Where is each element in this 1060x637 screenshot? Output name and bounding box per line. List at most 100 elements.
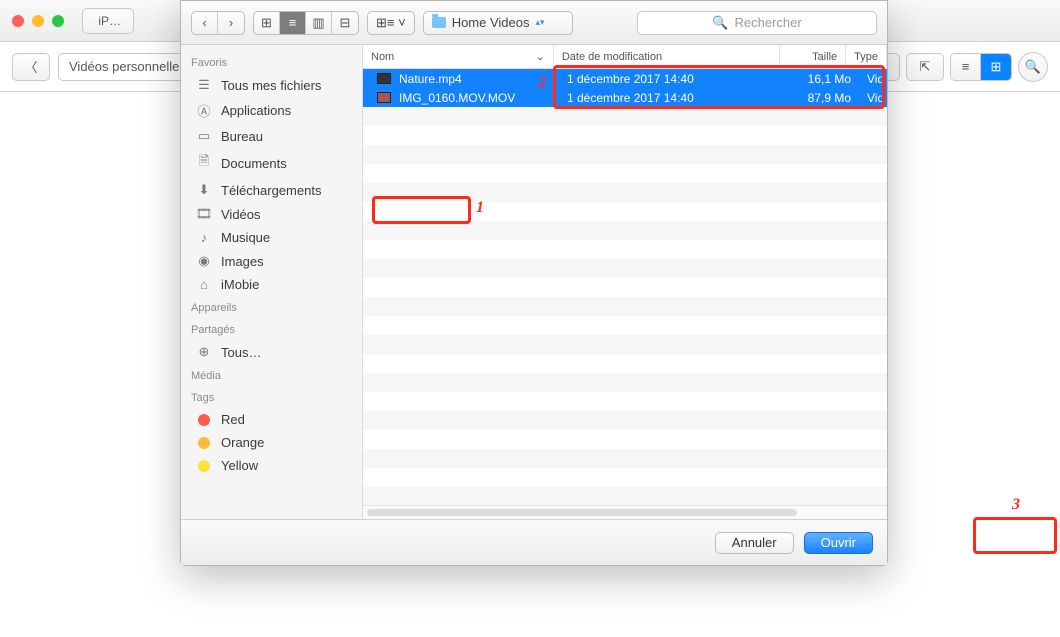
sidebar-item[interactable]: Ⓐ Applications	[181, 97, 362, 124]
view-column-button[interactable]: ▥	[306, 12, 332, 34]
sidebar-icon: 🎞	[195, 206, 213, 222]
col-type[interactable]: Type	[846, 45, 887, 68]
tag-icon	[195, 414, 213, 426]
chevron-down-icon: ⌄	[536, 50, 545, 63]
nav-back-button[interactable]: ‹	[192, 12, 218, 34]
empty-row	[363, 487, 887, 505]
empty-row	[363, 373, 887, 392]
empty-row	[363, 107, 887, 126]
sidebar-item[interactable]: 🎞Vidéos	[181, 202, 362, 226]
annotation-number-1: 1	[476, 199, 484, 217]
back-button[interactable]: 〈	[12, 53, 50, 81]
export-button[interactable]: ⇱	[906, 53, 944, 81]
col-name[interactable]: Nom⌄	[363, 45, 554, 68]
empty-row	[363, 183, 887, 202]
sidebar-item[interactable]: ☰Tous mes fichiers	[181, 73, 362, 97]
empty-row	[363, 316, 887, 335]
sidebar-item[interactable]: ⌂iMobie	[181, 273, 362, 296]
empty-row	[363, 221, 887, 240]
sidebar-item[interactable]: 🗎 Documents	[181, 148, 362, 178]
search-field[interactable]: 🔍 Rechercher	[637, 11, 877, 35]
sidebar-item[interactable]: Orange	[181, 431, 362, 454]
sidebar-item-label: Musique	[221, 230, 270, 245]
file-thumb-icon	[377, 73, 391, 84]
cancel-button[interactable]: Annuler	[715, 532, 794, 554]
maximize-window-button[interactable]	[52, 15, 64, 27]
horizontal-scrollbar[interactable]	[363, 505, 887, 519]
search-placeholder: Rechercher	[734, 15, 801, 30]
sidebar-item[interactable]: Red	[181, 408, 362, 431]
sidebar-icon: ⌂	[195, 277, 213, 292]
file-type: Vid	[859, 91, 887, 105]
sidebar-item-label: Téléchargements	[221, 183, 321, 198]
arrange-icon: ⊞≡ ˅	[376, 15, 406, 31]
file-size: 87,9 Mo	[791, 91, 859, 105]
search-button[interactable]: 🔍	[1018, 52, 1048, 82]
file-size: 16,1 Mo	[791, 72, 859, 86]
view-list-button[interactable]: ≡	[280, 12, 306, 34]
sidebar-item[interactable]: ⬇ Téléchargements	[181, 178, 362, 202]
device-pill[interactable]: iP…	[82, 8, 134, 34]
sidebar-item-label: Images	[221, 254, 264, 269]
tag-icon	[195, 460, 213, 472]
sidebar-item[interactable]: Yellow	[181, 454, 362, 477]
sidebar[interactable]: Favoris☰Tous mes fichiers Ⓐ Applications ▭B…	[181, 45, 363, 519]
view-mode-segment: ⊞ ≡ ▥ ⊟	[253, 11, 359, 35]
sidebar-item[interactable]: ♪ Musique	[181, 226, 362, 249]
empty-row	[363, 411, 887, 430]
open-button[interactable]: Ouvrir	[804, 532, 873, 554]
location-dropdown[interactable]: Home Videos ▴▾	[423, 11, 573, 35]
device-label: iP…	[98, 14, 121, 28]
sidebar-icon: ⬇	[195, 182, 213, 198]
empty-row	[363, 392, 887, 411]
file-rows: Nature.mp41 décembre 2017 14:4016,1 MoVi…	[363, 69, 887, 505]
view-toggle: ≡ ⊞	[950, 53, 1012, 81]
sidebar-item-label: Documents	[221, 156, 287, 171]
view-icon-button[interactable]: ⊞	[254, 12, 280, 34]
minimize-window-button[interactable]	[32, 15, 44, 27]
file-type: Vid	[859, 72, 887, 86]
sidebar-item[interactable]: ◉Images	[181, 249, 362, 273]
sidebar-item[interactable]: ⊕ Tous…	[181, 340, 362, 364]
sidebar-item-label: Tous…	[221, 345, 261, 360]
col-date[interactable]: Date de modification	[554, 45, 780, 68]
dialog-toolbar: ‹ › ⊞ ≡ ▥ ⊟ ⊞≡ ˅ Home Videos ▴▾ 🔍 Recher…	[181, 1, 887, 45]
empty-row	[363, 449, 887, 468]
col-size[interactable]: Taille	[780, 45, 847, 68]
breadcrumb-label: Vidéos personnelles	[69, 59, 186, 74]
file-date: 1 décembre 2017 14:40	[559, 91, 791, 105]
folder-icon	[432, 17, 446, 28]
file-row[interactable]: Nature.mp41 décembre 2017 14:4016,1 MoVi…	[363, 69, 887, 88]
sidebar-item[interactable]: ▭Bureau	[181, 124, 362, 148]
empty-row	[363, 335, 887, 354]
dialog-body: Favoris☰Tous mes fichiers Ⓐ Applications ▭B…	[181, 45, 887, 519]
empty-row	[363, 202, 887, 221]
file-date: 1 décembre 2017 14:40	[559, 72, 791, 86]
empty-row	[363, 259, 887, 278]
file-name: IMG_0160.MOV.MOV	[399, 91, 515, 105]
view-list-button[interactable]: ≡	[951, 54, 981, 80]
empty-row	[363, 354, 887, 373]
sidebar-icon: 🗎	[195, 152, 213, 174]
empty-row	[363, 297, 887, 316]
nav-segment: ‹ ›	[191, 11, 245, 35]
sidebar-icon: ♪	[195, 230, 213, 245]
sidebar-icon: Ⓐ	[195, 101, 213, 120]
sidebar-section-header: Appareils	[181, 296, 362, 318]
empty-row	[363, 164, 887, 183]
arrange-dropdown[interactable]: ⊞≡ ˅	[367, 11, 415, 35]
sidebar-section-header: Partagés	[181, 318, 362, 340]
sidebar-item-label: Yellow	[221, 458, 258, 473]
close-window-button[interactable]	[12, 15, 24, 27]
nav-forward-button[interactable]: ›	[218, 12, 244, 34]
view-gallery-button[interactable]: ⊟	[332, 12, 358, 34]
sidebar-item-label: Applications	[221, 103, 291, 118]
empty-row	[363, 278, 887, 297]
view-grid-button[interactable]: ⊞	[981, 54, 1011, 80]
file-row[interactable]: IMG_0160.MOV.MOV 1 décembre 2017 14:4087,…	[363, 88, 887, 107]
sidebar-section-header: Favoris	[181, 51, 362, 73]
sidebar-icon: ⊕	[195, 344, 213, 360]
empty-row	[363, 145, 887, 164]
annotation-number-3: 3	[1012, 496, 1020, 514]
chevron-updown-icon: ▴▾	[536, 18, 545, 27]
